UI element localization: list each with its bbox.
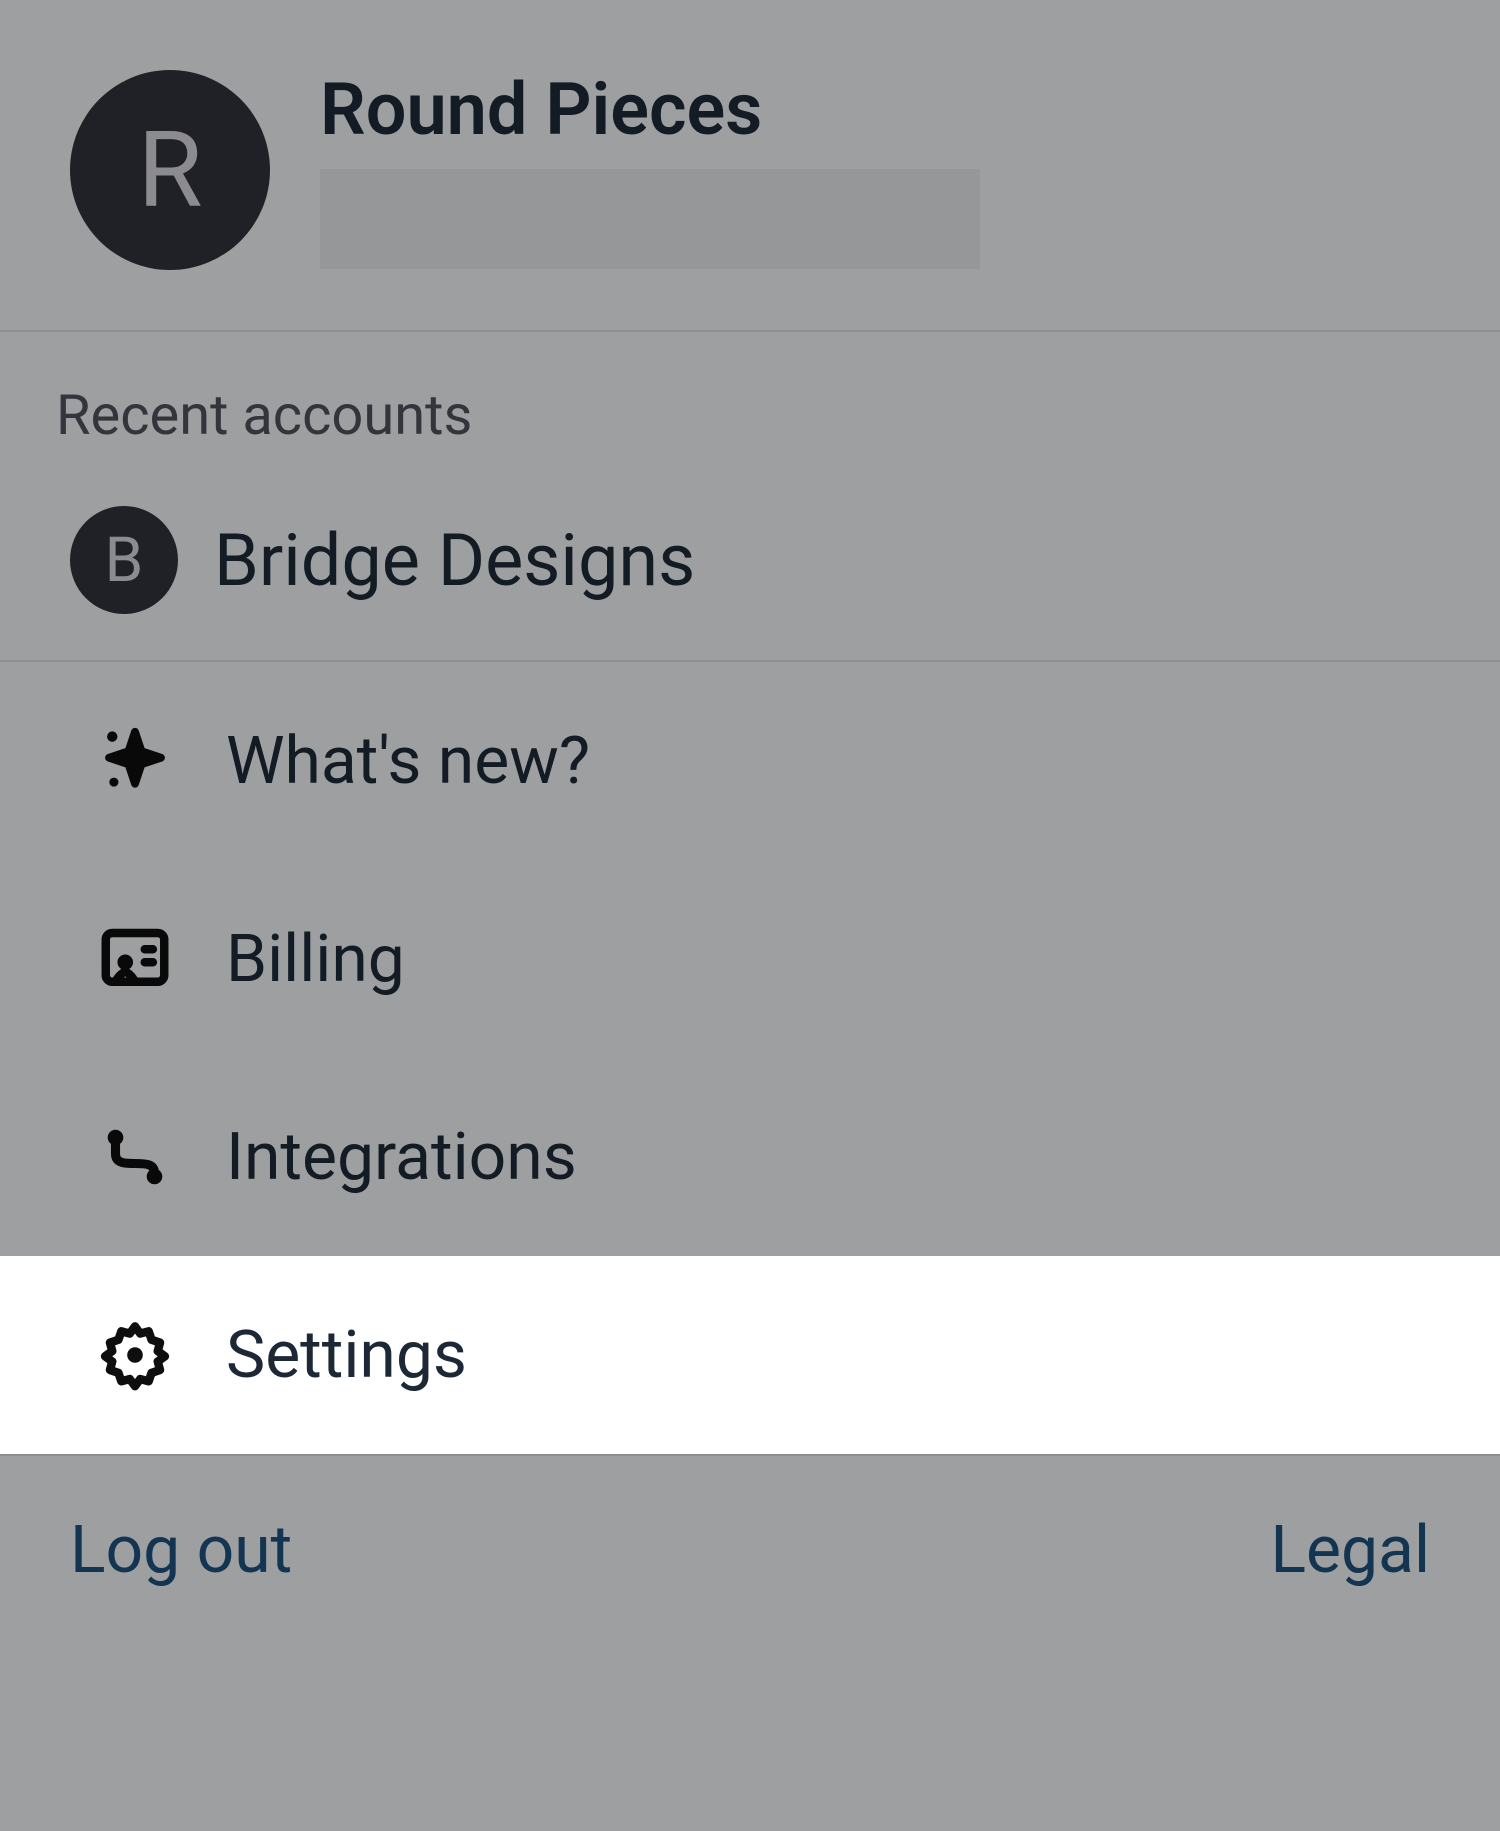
menu-label: Billing xyxy=(226,921,405,998)
logout-link[interactable]: Log out xyxy=(70,1512,292,1589)
menu-item-settings[interactable]: Settings xyxy=(0,1256,1500,1454)
gear-icon xyxy=(96,1316,174,1394)
recent-accounts-list: B Bridge Designs xyxy=(0,478,1500,662)
integrations-icon xyxy=(96,1118,174,1196)
menu-item-whats-new[interactable]: What's new? xyxy=(0,662,1500,860)
recent-account-name: Bridge Designs xyxy=(214,518,695,603)
profile-section: R Round Pieces xyxy=(0,0,1500,332)
menu-label: Settings xyxy=(226,1317,467,1394)
current-account-name: Round Pieces xyxy=(320,70,980,149)
legal-link[interactable]: Legal xyxy=(1270,1512,1430,1589)
recent-account-avatar: B xyxy=(70,506,178,614)
menu-item-integrations[interactable]: Integrations xyxy=(0,1058,1500,1256)
profile-text: Round Pieces xyxy=(320,70,980,269)
footer: Log out Legal xyxy=(0,1456,1500,1645)
account-menu-panel: R Round Pieces Recent accounts B Bridge … xyxy=(0,0,1500,1831)
recent-accounts-label: Recent accounts xyxy=(0,332,1500,478)
sparkles-icon xyxy=(96,722,174,800)
menu-item-billing[interactable]: Billing xyxy=(0,860,1500,1058)
billing-icon xyxy=(96,920,174,998)
avatar-letter: B xyxy=(105,524,144,597)
menu-label: What's new? xyxy=(226,723,590,800)
current-account-avatar: R xyxy=(70,70,270,270)
profile-detail-placeholder xyxy=(320,169,980,269)
menu-list: What's new? Billing xyxy=(0,662,1500,1456)
recent-account-item[interactable]: B Bridge Designs xyxy=(0,478,1500,660)
menu-label: Integrations xyxy=(226,1119,577,1196)
avatar-letter: R xyxy=(138,109,203,232)
